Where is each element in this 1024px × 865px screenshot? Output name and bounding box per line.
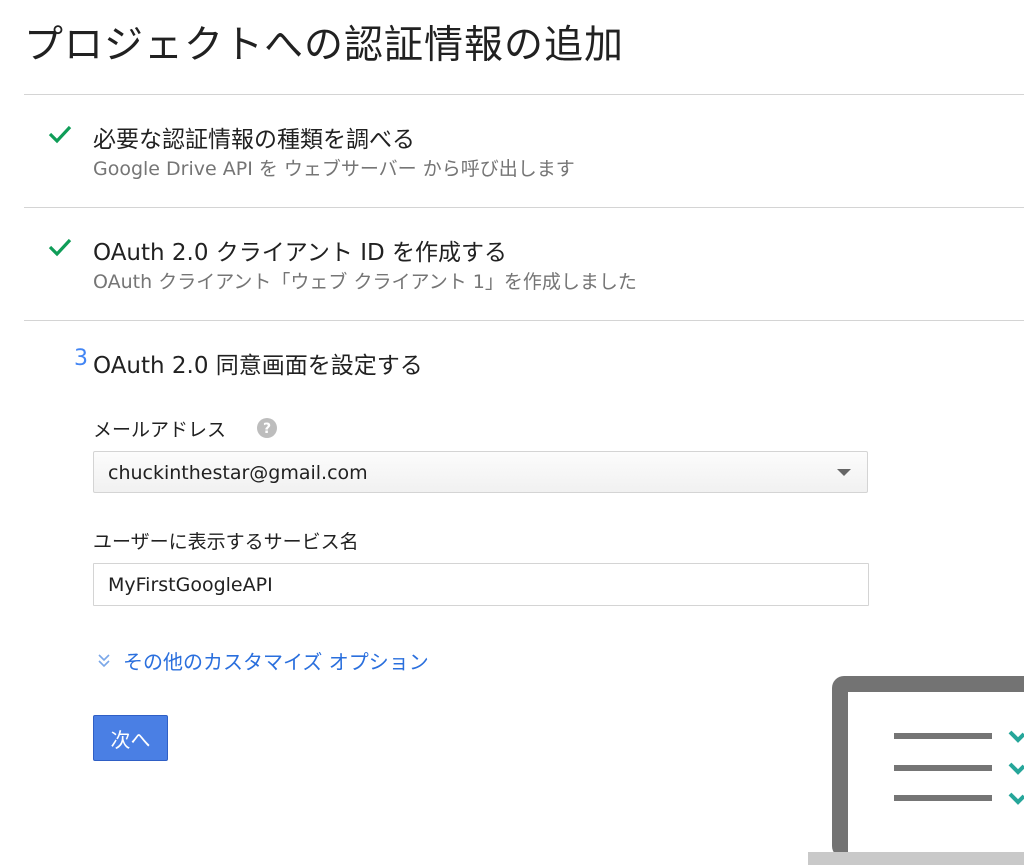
next-button[interactable]: 次へ	[93, 715, 168, 761]
step-number: 3	[74, 346, 88, 371]
page-title: プロジェクトへの認証情報の追加	[24, 23, 625, 68]
service-name-label: ユーザーに表示するサービス名	[93, 531, 359, 553]
step-subtitle: Google Drive API を ウェブサーバー から呼び出します	[93, 158, 575, 180]
more-options-link: その他のカスタマイズ オプション	[123, 650, 429, 674]
divider	[24, 207, 1024, 208]
credentials-page: プロジェクトへの認証情報の追加 必要な認証情報の種類を調べる Google Dr…	[0, 0, 1024, 865]
svg-text:?: ?	[263, 421, 271, 437]
divider	[24, 94, 1024, 95]
dropdown-arrow-icon	[837, 469, 851, 476]
email-label: メールアドレス	[93, 419, 227, 441]
help-icon[interactable]: ?	[256, 417, 278, 439]
check-icon	[46, 120, 74, 148]
step-title: OAuth 2.0 同意画面を設定する	[93, 353, 423, 379]
step-3: 3 OAuth 2.0 同意画面を設定する	[24, 346, 1024, 386]
check-icon	[46, 233, 74, 261]
divider	[24, 320, 1024, 321]
step-2: OAuth 2.0 クライアント ID を作成する OAuth クライアント「ウ…	[24, 233, 1024, 303]
step-title: 必要な認証情報の種類を調べる	[93, 127, 415, 153]
step-1: 必要な認証情報の種類を調べる Google Drive API を ウェブサーバ…	[24, 120, 1024, 190]
double-chevron-down-icon	[98, 653, 110, 667]
step-title: OAuth 2.0 クライアント ID を作成する	[93, 240, 508, 266]
laptop-checklist-illustration	[808, 676, 1024, 865]
email-select[interactable]: chuckinthestar@gmail.com	[93, 451, 868, 493]
more-options-toggle[interactable]: その他のカスタマイズ オプション	[93, 646, 429, 675]
step-subtitle: OAuth クライアント「ウェブ クライアント 1」を作成しました	[93, 271, 637, 293]
service-name-input[interactable]	[93, 563, 869, 606]
email-select-value: chuckinthestar@gmail.com	[108, 462, 368, 484]
laptop-screen	[848, 692, 1024, 852]
laptop-base	[808, 852, 1024, 865]
